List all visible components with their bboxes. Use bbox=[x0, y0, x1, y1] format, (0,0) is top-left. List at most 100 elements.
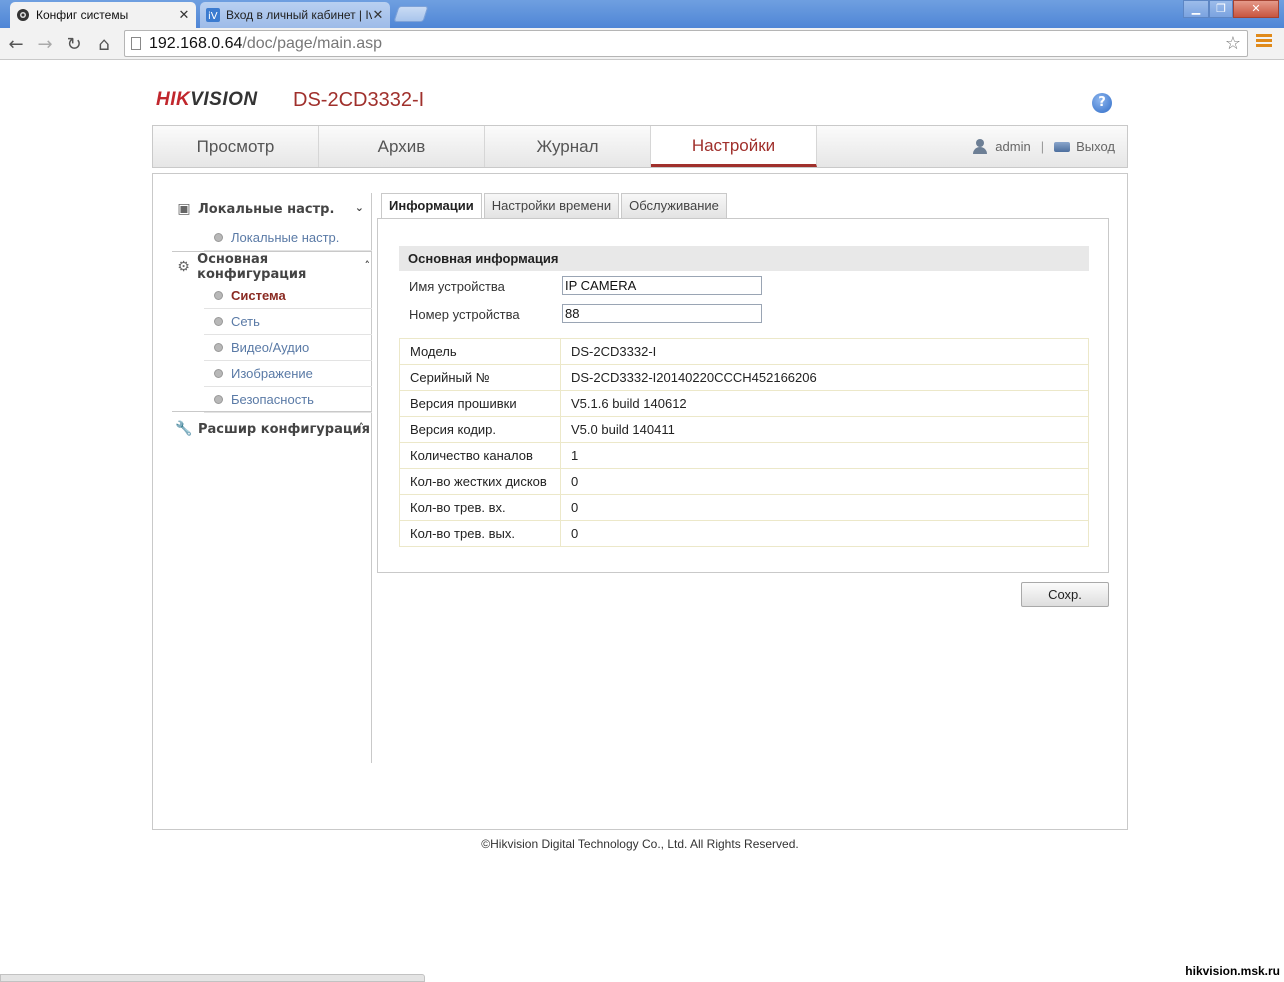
browser-menu-icon[interactable] bbox=[1256, 34, 1272, 50]
device-name-input[interactable] bbox=[562, 276, 762, 295]
window-close-button[interactable]: ✕ bbox=[1233, 0, 1279, 18]
address-bar[interactable]: 192.168.0.64/doc/page/main.asp ☆ bbox=[124, 30, 1248, 57]
url-host: 192.168.0.64 bbox=[149, 34, 243, 52]
help-icon[interactable]: ? bbox=[1092, 93, 1112, 113]
info-value: 0 bbox=[560, 520, 1089, 547]
sidebar-item-image[interactable]: Изображение bbox=[204, 361, 372, 387]
iv-favicon-icon: iV bbox=[206, 8, 220, 22]
config-sidebar: ▣ Локальные настр. ⌄ Локальные настр. ⚙ … bbox=[172, 193, 372, 763]
back-arrow-icon[interactable]: ← bbox=[4, 32, 28, 56]
config-content: ▣ Локальные настр. ⌄ Локальные настр. ⚙ … bbox=[152, 173, 1128, 830]
sidebar-item-video-audio[interactable]: Видео/Аудио bbox=[204, 335, 372, 361]
url-path: /doc/page/main.asp bbox=[242, 34, 383, 52]
forward-arrow-icon[interactable]: → bbox=[33, 32, 57, 56]
bullet-icon bbox=[214, 395, 223, 404]
table-row: Кол-во трев. вх. 0 bbox=[399, 494, 1089, 521]
tab-information[interactable]: Информации bbox=[381, 193, 482, 219]
info-key: Серийный № bbox=[399, 364, 561, 391]
bookmark-star-icon[interactable]: ☆ bbox=[1225, 33, 1241, 54]
sidebar-item-local-settings[interactable]: Локальные настр. bbox=[204, 225, 372, 251]
info-key: Количество каналов bbox=[399, 442, 561, 469]
table-row: Кол-во жестких дисков 0 bbox=[399, 468, 1089, 495]
sidebar-section-title: Расшир конфигурация bbox=[198, 421, 370, 437]
bullet-icon bbox=[214, 291, 223, 300]
info-value: 0 bbox=[560, 494, 1089, 521]
save-button[interactable]: Сохр. bbox=[1021, 582, 1109, 607]
sidebar-item-label: Видео/Аудио bbox=[231, 340, 310, 355]
nav-tab-playback[interactable]: Архив bbox=[319, 126, 485, 167]
tab-title: Вход в личный кабинет | Iv bbox=[226, 8, 372, 22]
main-navigation: Просмотр Архив Журнал Настройки admin | … bbox=[152, 125, 1128, 168]
info-value: 0 bbox=[560, 468, 1089, 495]
info-value: DS-2CD3332-I bbox=[560, 338, 1089, 365]
sidebar-section-title: Основная конфигурация bbox=[197, 252, 307, 282]
device-number-input[interactable] bbox=[562, 304, 762, 323]
sidebar-section-basic[interactable]: ⚙ Основная конфигурация ˄ bbox=[172, 251, 372, 283]
info-value: V5.1.6 build 140612 bbox=[560, 390, 1089, 417]
nav-tab-configuration[interactable]: Настройки bbox=[651, 126, 817, 167]
sidebar-item-label: Система bbox=[231, 288, 286, 303]
info-key: Версия кодир. bbox=[399, 416, 561, 443]
window-maximize-button[interactable]: ❐ bbox=[1209, 0, 1233, 18]
bullet-icon bbox=[214, 317, 223, 326]
copyright-footer: ©Hikvision Digital Technology Co., Ltd. … bbox=[481, 837, 799, 851]
device-number-label: Номер устройства bbox=[409, 307, 520, 322]
sub-tabs: Информации Настройки времени Обслуживани… bbox=[381, 193, 729, 219]
info-key: Версия прошивки bbox=[399, 390, 561, 417]
page-icon bbox=[131, 37, 141, 50]
sidebar-section-title: Локальные настр. bbox=[198, 201, 335, 217]
user-area: admin | Выход bbox=[973, 126, 1115, 167]
sidebar-section-local[interactable]: ▣ Локальные настр. ⌄ bbox=[172, 193, 372, 225]
browser-tab-inactive[interactable]: iV Вход в личный кабинет | Iv ✕ bbox=[200, 2, 390, 28]
nav-tab-log[interactable]: Журнал bbox=[485, 126, 651, 167]
reload-icon[interactable]: ↻ bbox=[62, 32, 86, 56]
bullet-icon bbox=[214, 343, 223, 352]
watermark: hikvision.msk.ru bbox=[1185, 964, 1280, 978]
sidebar-item-network[interactable]: Сеть bbox=[204, 309, 372, 335]
window-minimize-button[interactable]: ▁ bbox=[1183, 0, 1209, 18]
info-value: V5.0 build 140411 bbox=[560, 416, 1089, 443]
home-icon[interactable]: ⌂ bbox=[92, 32, 116, 56]
tab-maintenance[interactable]: Обслуживание bbox=[621, 193, 727, 218]
bullet-icon bbox=[214, 369, 223, 378]
table-row: Версия кодир. V5.0 build 140411 bbox=[399, 416, 1089, 443]
section-title: Основная информация bbox=[399, 246, 1089, 271]
camera-favicon-icon bbox=[17, 9, 29, 21]
browser-status-bar bbox=[0, 974, 425, 982]
new-tab-button[interactable] bbox=[393, 6, 429, 22]
monitor-icon: ▣ bbox=[177, 201, 191, 217]
tab-close-icon[interactable]: ✕ bbox=[372, 8, 384, 23]
chevron-up-icon: ˄ bbox=[358, 421, 365, 434]
chevron-up-icon: ˄ bbox=[364, 259, 371, 272]
tab-time-settings[interactable]: Настройки времени bbox=[483, 193, 620, 218]
svg-text:iV: iV bbox=[208, 11, 218, 22]
logout-icon bbox=[1054, 141, 1071, 152]
browser-titlebar: Конфиг системы ✕ iV Вход в личный кабине… bbox=[0, 0, 1284, 28]
browser-tab-active[interactable]: Конфиг системы ✕ bbox=[10, 2, 196, 28]
device-info-table: Модель DS-2CD3332-I Серийный № DS-2CD3332-… bbox=[399, 338, 1089, 547]
info-key: Кол-во трев. вх. bbox=[399, 494, 561, 521]
table-row: Модель DS-2CD3332-I bbox=[399, 338, 1089, 365]
sidebar-item-label: Локальные настр. bbox=[231, 230, 340, 245]
sidebar-divider bbox=[172, 411, 372, 412]
sidebar-item-label: Изображение bbox=[231, 366, 313, 381]
chevron-down-icon: ⌄ bbox=[354, 201, 364, 214]
tab-title: Конфиг системы bbox=[36, 8, 129, 22]
user-separator: | bbox=[1040, 139, 1045, 154]
tab-close-icon[interactable]: ✕ bbox=[178, 8, 190, 23]
table-row: Кол-во трев. вых. 0 bbox=[399, 520, 1089, 547]
sidebar-section-advanced[interactable]: 🔧 Расшир конфигурация ˄ bbox=[172, 413, 372, 445]
browser-toolbar: ← → ↻ ⌂ 192.168.0.64/doc/page/main.asp ☆ bbox=[0, 28, 1284, 60]
table-row: Серийный № DS-2CD3332-I20140220CCCH452166… bbox=[399, 364, 1089, 391]
device-name-label: Имя устройства bbox=[409, 279, 505, 294]
logout-link[interactable]: Выход bbox=[1076, 139, 1115, 154]
nav-tab-live-view[interactable]: Просмотр bbox=[153, 126, 319, 167]
sidebar-item-system[interactable]: Система bbox=[204, 283, 372, 309]
bullet-icon bbox=[214, 233, 223, 242]
hikvision-logo: HIKVISION bbox=[156, 89, 258, 110]
info-panel: Основная информация Имя устройства Номер… bbox=[377, 218, 1109, 573]
gear-icon: ⚙ bbox=[177, 259, 190, 275]
info-value: 1 bbox=[560, 442, 1089, 469]
sidebar-item-security[interactable]: Безопасность bbox=[204, 387, 372, 413]
sidebar-item-label: Сеть bbox=[231, 314, 260, 329]
